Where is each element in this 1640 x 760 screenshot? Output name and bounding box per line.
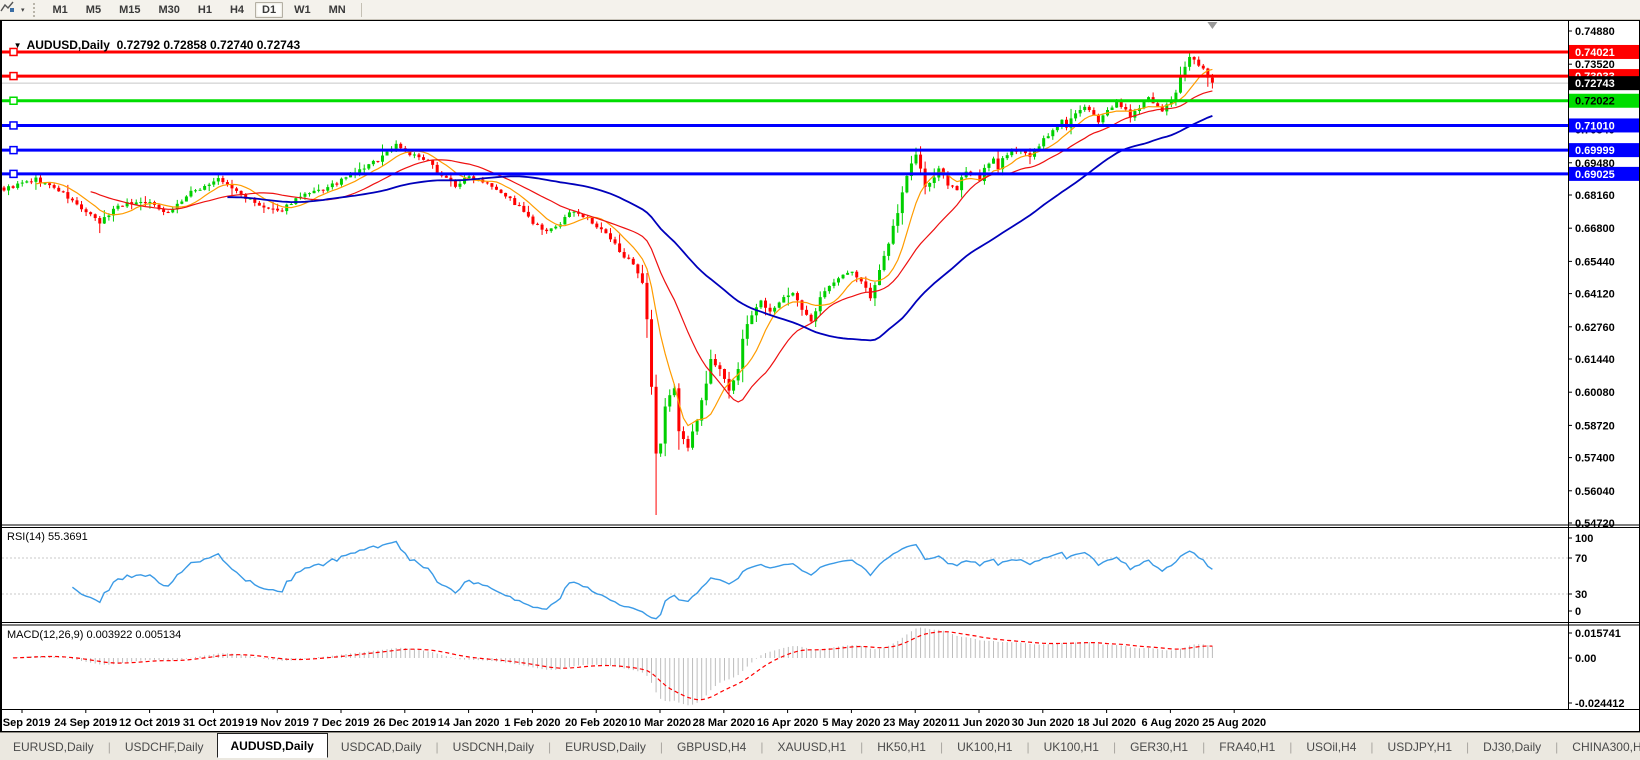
svg-text:31 Oct 2019: 31 Oct 2019 [183, 717, 244, 729]
svg-text:0.65440: 0.65440 [1575, 256, 1615, 268]
svg-text:0.58720: 0.58720 [1575, 420, 1615, 432]
svg-text:28 Mar 2020: 28 Mar 2020 [693, 717, 755, 729]
svg-text:0.69025: 0.69025 [1575, 169, 1615, 181]
svg-text:0.54720: 0.54720 [1575, 518, 1615, 530]
svg-text:7 Dec 2019: 7 Dec 2019 [313, 717, 370, 729]
svg-text:30: 30 [1575, 589, 1587, 601]
svg-text:14 Jan 2020: 14 Jan 2020 [438, 717, 500, 729]
svg-text:0.72743: 0.72743 [1575, 78, 1615, 90]
svg-text:19 Nov 2019: 19 Nov 2019 [245, 717, 309, 729]
tab-dj30-daily[interactable]: DJ30,Daily [1470, 736, 1554, 758]
svg-text:-0.024412: -0.024412 [1575, 698, 1625, 710]
svg-text:0.61440: 0.61440 [1575, 354, 1615, 366]
tab-ger30-h1[interactable]: GER30,H1 [1117, 736, 1201, 758]
timeframe-button-h1[interactable]: H1 [191, 2, 219, 18]
svg-text:0.69999: 0.69999 [1575, 145, 1615, 157]
svg-text:0.68160: 0.68160 [1575, 190, 1615, 202]
hline-handle[interactable] [10, 170, 17, 177]
tool-dropdown-icon[interactable]: ▾ [21, 6, 25, 14]
tab-fra40-h1[interactable]: FRA40,H1 [1206, 736, 1288, 758]
tab-uk100-h1[interactable]: UK100,H1 [1031, 736, 1112, 758]
timeframe-button-d1[interactable]: D1 [255, 2, 283, 18]
svg-text:0.66800: 0.66800 [1575, 223, 1615, 235]
svg-text:24 Sep 2019: 24 Sep 2019 [54, 717, 117, 729]
chart-tab-bar: EURUSD,Daily|USDCHF,DailyAUDUSD,DailyUSD… [0, 732, 1640, 760]
svg-text:5 Sep 2019: 5 Sep 2019 [0, 717, 50, 729]
svg-text:0.74880: 0.74880 [1575, 26, 1615, 38]
svg-text:0: 0 [1575, 606, 1581, 618]
svg-text:26 Dec 2019: 26 Dec 2019 [373, 717, 436, 729]
tab-usdcnh-daily[interactable]: USDCNH,Daily [440, 736, 547, 758]
svg-text:0.60080: 0.60080 [1575, 387, 1615, 399]
timeframe-button-m5[interactable]: M5 [79, 2, 108, 18]
tab-uk100-h1[interactable]: UK100,H1 [944, 736, 1025, 758]
svg-text:16 Apr 2020: 16 Apr 2020 [757, 717, 818, 729]
svg-text:100: 100 [1575, 533, 1593, 545]
svg-text:0.71010: 0.71010 [1575, 120, 1615, 132]
timeframe-button-m15[interactable]: M15 [112, 2, 147, 18]
svg-text:23 May 2020: 23 May 2020 [883, 717, 947, 729]
svg-text:0.015741: 0.015741 [1575, 628, 1621, 640]
tab-audusd-daily[interactable]: AUDUSD,Daily [217, 733, 328, 758]
toolbar-separator [361, 3, 362, 17]
timeframe-button-m30[interactable]: M30 [151, 2, 186, 18]
chart-tabs: EURUSD,Daily|USDCHF,DailyAUDUSD,DailyUSD… [0, 735, 1640, 758]
svg-text:0.72022: 0.72022 [1575, 96, 1615, 108]
toolbar-grip [33, 3, 40, 17]
svg-text:11 Jun 2020: 11 Jun 2020 [948, 717, 1010, 729]
svg-text:10 Mar 2020: 10 Mar 2020 [629, 717, 691, 729]
tab-gbpusd-h4[interactable]: GBPUSD,H4 [664, 736, 759, 758]
svg-text:0.57400: 0.57400 [1575, 453, 1615, 465]
timeframe-button-w1[interactable]: W1 [287, 2, 318, 18]
timeframe-button-m1[interactable]: M1 [46, 2, 75, 18]
tab-usoil-h4[interactable]: USOil,H4 [1293, 736, 1369, 758]
hline-handle[interactable] [10, 147, 17, 154]
chart-canvas: 0.748800.735200.721400.708400.694800.681… [0, 0, 1640, 759]
svg-text:5 May 2020: 5 May 2020 [822, 717, 880, 729]
tab-eurusd-daily[interactable]: EURUSD,Daily [552, 736, 659, 758]
svg-text:18 Jul 2020: 18 Jul 2020 [1077, 717, 1136, 729]
hline-handle[interactable] [10, 48, 17, 55]
svg-text:0.00: 0.00 [1575, 653, 1596, 665]
tab-usdcad-daily[interactable]: USDCAD,Daily [328, 736, 435, 758]
hline-handle[interactable] [10, 122, 17, 129]
timeframe-buttons: M1M5M15M30 H1H4D1W1MN [44, 2, 355, 18]
draw-tool-icon[interactable] [3, 3, 19, 17]
svg-text:6 Aug 2020: 6 Aug 2020 [1142, 717, 1200, 729]
svg-text:0.56040: 0.56040 [1575, 486, 1615, 498]
svg-text:0.74021: 0.74021 [1575, 47, 1615, 59]
tab-usdjpy-h1[interactable]: USDJPY,H1 [1375, 736, 1465, 758]
svg-text:12 Oct 2019: 12 Oct 2019 [119, 717, 180, 729]
toolbar: ▾ M1M5M15M30 H1H4D1W1MN [0, 0, 1640, 20]
svg-text:30 Jun 2020: 30 Jun 2020 [1012, 717, 1074, 729]
tab-usdchf-daily[interactable]: USDCHF,Daily [112, 736, 217, 758]
timeframe-button-mn[interactable]: MN [322, 2, 353, 18]
tab-xauusd-h1[interactable]: XAUUSD,H1 [764, 736, 859, 758]
tab-eurusd-daily[interactable]: EURUSD,Daily [0, 736, 107, 758]
hline-handle[interactable] [10, 73, 17, 80]
svg-text:20 Feb 2020: 20 Feb 2020 [565, 717, 627, 729]
svg-text:0.64120: 0.64120 [1575, 289, 1615, 301]
svg-text:70: 70 [1575, 553, 1587, 565]
timeframe-button-h4[interactable]: H4 [223, 2, 251, 18]
svg-text:25 Aug 2020: 25 Aug 2020 [1202, 717, 1266, 729]
svg-text:0.62760: 0.62760 [1575, 322, 1615, 334]
tab-hk50-h1[interactable]: HK50,H1 [864, 736, 939, 758]
svg-text:1 Feb 2020: 1 Feb 2020 [504, 717, 560, 729]
hline-handle[interactable] [10, 97, 17, 104]
tab-china300-h1[interactable]: CHINA300,H1 [1559, 736, 1640, 758]
